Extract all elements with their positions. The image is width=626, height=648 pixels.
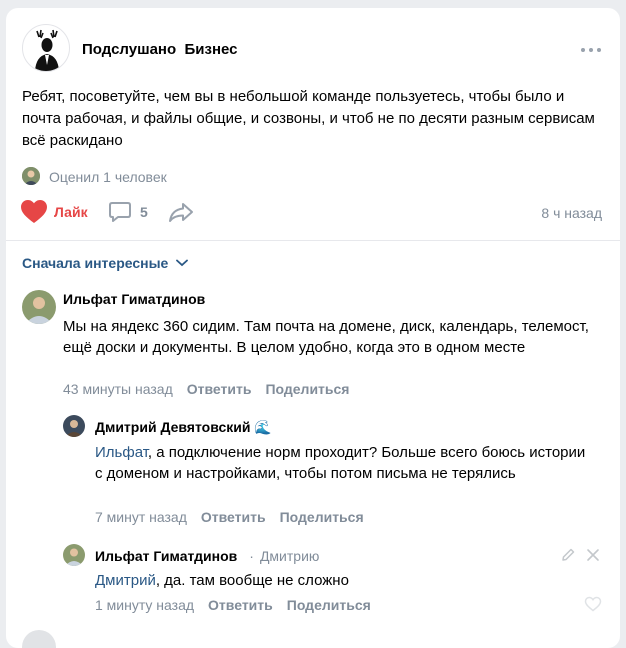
- chevron-down-icon: [176, 259, 189, 267]
- heart-icon: [21, 200, 47, 223]
- like-label: Лайк: [54, 204, 88, 220]
- next-commenter-avatar[interactable]: [22, 630, 56, 648]
- comment-like-icon[interactable]: [584, 596, 602, 612]
- comment-icon: [109, 202, 131, 222]
- reply-button[interactable]: Ответить: [208, 597, 273, 613]
- author-name: Дмитрий Девятовский: [95, 419, 251, 435]
- comment-time[interactable]: 7 минут назад: [95, 509, 187, 525]
- comment-time[interactable]: 1 минуту назад: [95, 597, 194, 613]
- share-comment-button[interactable]: Поделиться: [280, 509, 364, 525]
- comment-body: , да. там вообще не сложно: [155, 572, 349, 589]
- author-emoji: 🌊: [254, 419, 272, 435]
- reply-button[interactable]: Ответить: [201, 509, 266, 525]
- commenter-avatar[interactable]: [22, 290, 56, 324]
- comment-button[interactable]: 5: [108, 201, 148, 223]
- mention-link[interactable]: Ильфат: [95, 444, 148, 461]
- commenter-avatar[interactable]: [63, 544, 85, 566]
- comment-meta: 7 минут назад Ответить Поделиться: [95, 509, 364, 525]
- comment-header: Ильфат Гиматдинов · Дмитрию: [95, 548, 319, 564]
- comment-meta: 43 минуты назад Ответить Поделиться: [63, 381, 349, 397]
- like-button[interactable]: Лайк: [20, 199, 88, 225]
- divider: [6, 240, 620, 241]
- comment-author[interactable]: Ильфат Гиматдинов: [63, 291, 205, 307]
- comment-time[interactable]: 43 минуты назад: [63, 381, 173, 397]
- comment-count: 5: [140, 204, 148, 220]
- comment-text: Мы на яндекс 360 сидим. Там почта на дом…: [63, 318, 589, 356]
- group-name[interactable]: Подслушано Бизнес: [82, 41, 238, 58]
- comment-author[interactable]: Дмитрий Девятовский 🌊: [95, 419, 272, 436]
- delete-icon[interactable]: [586, 548, 600, 562]
- commenter-avatar[interactable]: [63, 415, 85, 437]
- reply-to-link[interactable]: Дмитрию: [260, 548, 319, 564]
- liker-avatar[interactable]: [22, 167, 40, 185]
- share-comment-button[interactable]: Поделиться: [265, 381, 349, 397]
- comments-sort-dropdown[interactable]: Сначала интересные: [22, 255, 189, 271]
- reply-to-separator: ·: [249, 548, 254, 564]
- sort-label: Сначала интересные: [22, 255, 169, 271]
- comment-text: Ильфат, а подключение норм проходит? Бол…: [95, 442, 595, 484]
- mention-link[interactable]: Дмитрий: [95, 572, 156, 589]
- more-options-icon[interactable]: [580, 46, 602, 54]
- share-icon: [169, 203, 193, 222]
- group-avatar[interactable]: [22, 24, 70, 72]
- post-time[interactable]: 8 ч назад: [541, 205, 602, 221]
- comment-meta: 1 минуту назад Ответить Поделиться: [95, 597, 371, 613]
- rated-by-text[interactable]: Оценил 1 человек: [49, 169, 167, 185]
- post-text: Ребят, посоветуйте, чем вы в небольшой к…: [22, 88, 595, 149]
- share-button[interactable]: [168, 201, 194, 223]
- reply-button[interactable]: Ответить: [187, 381, 252, 397]
- comment-author[interactable]: Ильфат Гиматдинов: [95, 548, 237, 564]
- comment-body: , а подключение норм проходит? Больше вс…: [95, 444, 586, 482]
- comment-text: Дмитрий, да. там вообще не сложно: [95, 570, 595, 591]
- share-comment-button[interactable]: Поделиться: [287, 597, 371, 613]
- edit-icon[interactable]: [560, 547, 576, 563]
- post-card: Подслушано Бизнес Ребят, посоветуйте, че…: [6, 8, 620, 648]
